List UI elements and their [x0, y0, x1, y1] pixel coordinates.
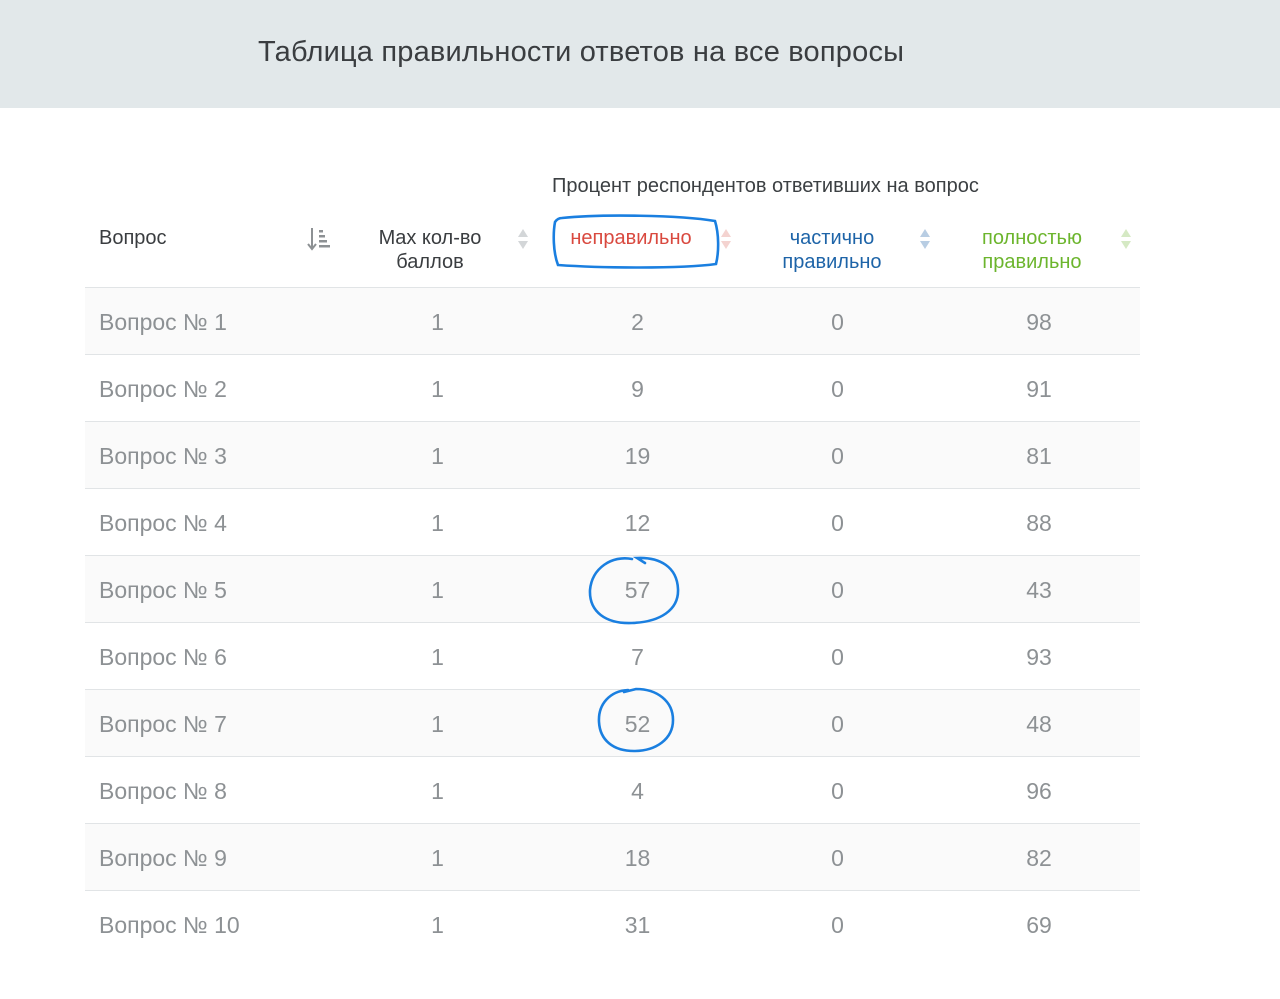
full-cell: 43 — [1026, 577, 1052, 603]
wrong-cell: 4 — [631, 778, 644, 804]
header-max-points-line1: Max кол-во — [378, 227, 482, 249]
table-row: Вопрос № 6 1 7 0 93 — [85, 622, 1140, 689]
header-partial-line1: частично — [789, 227, 875, 249]
wrong-cell: 31 — [624, 912, 651, 938]
page-title: Таблица правильности ответов на все вопр… — [258, 36, 905, 68]
header-max-points-line2: баллов — [396, 251, 464, 273]
max-points-cell: 1 — [431, 778, 444, 804]
question-cell: Вопрос № 5 — [99, 577, 227, 603]
wrong-cell: 57 — [624, 577, 651, 603]
full-cell: 93 — [1026, 644, 1052, 670]
max-points-cell: 1 — [431, 644, 444, 670]
partial-cell: 0 — [831, 309, 844, 335]
question-cell: Вопрос № 10 — [99, 912, 240, 938]
partial-cell: 0 — [831, 443, 844, 469]
sort-arrows-icon[interactable] — [720, 228, 732, 250]
header-wrong[interactable]: неправильно — [548, 226, 714, 250]
full-cell: 82 — [1026, 845, 1052, 871]
question-cell: Вопрос № 4 — [99, 510, 227, 536]
question-cell: Вопрос № 9 — [99, 845, 227, 871]
partial-cell: 0 — [831, 778, 844, 804]
header-partial[interactable]: частично правильно — [752, 226, 912, 274]
header-full-line1: полностью — [982, 227, 1082, 249]
wrong-cell: 7 — [631, 644, 644, 670]
full-cell: 69 — [1026, 912, 1052, 938]
sort-arrows-icon[interactable] — [919, 228, 931, 250]
full-cell: 96 — [1026, 778, 1052, 804]
header-full-line2: правильно — [982, 251, 1082, 273]
max-points-cell: 1 — [431, 845, 444, 871]
partial-cell: 0 — [831, 845, 844, 871]
wrong-cell: 19 — [624, 443, 651, 469]
header-wrong-label: неправильно — [570, 227, 692, 249]
percent-group-label: Процент респондентов ответивших на вопро… — [552, 175, 979, 197]
max-points-cell: 1 — [431, 510, 444, 536]
table-row: Вопрос № 1 1 2 0 98 — [85, 287, 1140, 354]
question-cell: Вопрос № 7 — [99, 711, 227, 737]
max-points-cell: 1 — [431, 309, 444, 335]
wrong-cell: 52 — [624, 711, 651, 737]
max-points-cell: 1 — [431, 376, 444, 402]
full-cell: 91 — [1026, 376, 1052, 402]
page-header: Таблица правильности ответов на все вопр… — [0, 0, 1280, 108]
sort-arrows-icon[interactable] — [517, 228, 529, 250]
table-row: Вопрос № 4 1 12 0 88 — [85, 488, 1140, 555]
partial-cell: 0 — [831, 644, 844, 670]
table-row: Вопрос № 5 1 57 0 43 — [85, 555, 1140, 622]
sort-arrows-icon[interactable] — [1120, 228, 1132, 250]
max-points-cell: 1 — [431, 443, 444, 469]
question-cell: Вопрос № 2 — [99, 376, 227, 402]
header-partial-line2: правильно — [782, 251, 882, 273]
max-points-cell: 1 — [431, 577, 444, 603]
table-row: Вопрос № 3 1 19 0 81 — [85, 421, 1140, 488]
partial-cell: 0 — [831, 577, 844, 603]
partial-cell: 0 — [831, 912, 844, 938]
header-max-points[interactable]: Max кол-во баллов — [350, 226, 510, 274]
partial-cell: 0 — [831, 376, 844, 402]
full-cell: 98 — [1026, 309, 1052, 335]
max-points-cell: 1 — [431, 912, 444, 938]
partial-cell: 0 — [831, 711, 844, 737]
question-cell: Вопрос № 8 — [99, 778, 227, 804]
wrong-cell: 18 — [624, 845, 651, 871]
question-cell: Вопрос № 6 — [99, 644, 227, 670]
table-row: Вопрос № 10 1 31 0 69 — [85, 890, 1140, 957]
full-cell: 48 — [1026, 711, 1052, 737]
header-full[interactable]: полностью правильно — [952, 226, 1112, 274]
table-row: Вопрос № 2 1 9 0 91 — [85, 354, 1140, 421]
table-row: Вопрос № 7 1 52 0 48 — [85, 689, 1140, 756]
wrong-cell: 9 — [631, 376, 644, 402]
partial-cell: 0 — [831, 510, 844, 536]
header-question[interactable]: Вопрос — [99, 226, 167, 250]
question-cell: Вопрос № 1 — [99, 309, 227, 335]
wrong-cell: 12 — [624, 510, 651, 536]
results-table: Вопрос № 1 1 2 0 98 Вопрос № 2 1 9 0 91 … — [85, 287, 1140, 957]
sort-descending-icon[interactable] — [306, 226, 332, 252]
question-cell: Вопрос № 3 — [99, 443, 227, 469]
table-row: Вопрос № 8 1 4 0 96 — [85, 756, 1140, 823]
full-cell: 81 — [1026, 443, 1052, 469]
full-cell: 88 — [1026, 510, 1052, 536]
wrong-cell: 2 — [631, 309, 644, 335]
table-row: Вопрос № 9 1 18 0 82 — [85, 823, 1140, 890]
max-points-cell: 1 — [431, 711, 444, 737]
